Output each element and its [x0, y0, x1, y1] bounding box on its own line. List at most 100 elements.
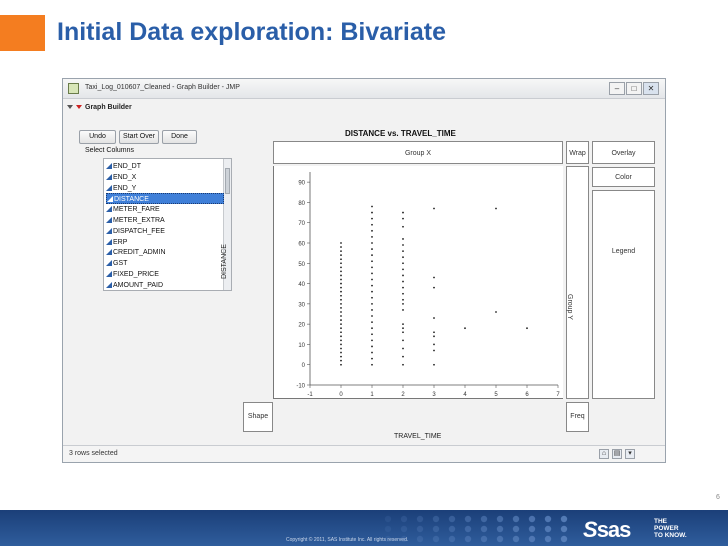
- data-point: [340, 266, 342, 269]
- data-point: [433, 335, 435, 338]
- disclosure-icon[interactable]: [67, 105, 73, 110]
- footer-dot: [480, 535, 488, 543]
- column-item[interactable]: DISTANCE: [106, 193, 224, 205]
- column-item[interactable]: FIXED_PRICE: [106, 269, 224, 280]
- column-item-label: END_DT: [113, 163, 142, 170]
- done-button[interactable]: Done: [162, 130, 197, 144]
- column-list[interactable]: END_DT END_X END_Y DISTANCE METER_FARE METER_…: [103, 158, 232, 291]
- column-item-label: END_X: [113, 173, 137, 181]
- footer-dot: [400, 525, 408, 533]
- layout-icon[interactable]: ▤: [612, 449, 622, 459]
- data-point: [340, 278, 342, 281]
- data-point: [340, 335, 342, 338]
- sas-logo-text: sas: [596, 517, 632, 542]
- slide-title: Initial Data exploration: Bivariate: [57, 18, 446, 46]
- plot-area[interactable]: -10 0 10 20 30 40 50 60 70 80 90 -1 0 1 2 3 4 5 6 7: [273, 166, 563, 399]
- x-axis-title: TRAVEL_TIME: [394, 433, 442, 440]
- close-button[interactable]: ✕: [643, 82, 659, 95]
- color-zone[interactable]: Color: [592, 167, 655, 187]
- data-point: [340, 347, 342, 350]
- continuous-column-icon: [106, 163, 112, 169]
- column-item[interactable]: METER_FARE: [106, 204, 224, 215]
- y-tick-label: 70: [298, 221, 305, 227]
- group-y-zone[interactable]: [566, 166, 589, 399]
- select-columns-panel: Select Columns END_DT END_X END_Y DISTANCE M…: [79, 145, 232, 297]
- footer-dot: [464, 515, 472, 523]
- graph-builder-header-label: Graph Builder: [85, 104, 132, 111]
- data-point: [402, 256, 404, 259]
- overlay-label: Overlay: [611, 150, 636, 157]
- graph-builder-header[interactable]: Graph Builder: [67, 104, 132, 117]
- data-point: [340, 282, 342, 285]
- data-point: [340, 315, 342, 317]
- data-point: [433, 276, 435, 279]
- footer-dot: [512, 525, 520, 533]
- status-bar: 3 rows selected ⌂ ▤ ▾: [63, 445, 665, 462]
- column-item-label: DISTANCE: [114, 196, 149, 204]
- footer-dot: [496, 535, 504, 543]
- data-point: [371, 254, 373, 257]
- footer-dot: [416, 525, 424, 533]
- y-tick-label: 0: [302, 363, 306, 369]
- data-point: [340, 311, 342, 313]
- footer-dot: [528, 535, 536, 543]
- undo-button[interactable]: Undo: [79, 130, 116, 144]
- maximize-button[interactable]: □: [626, 82, 642, 95]
- y-tick-label: 40: [298, 282, 305, 288]
- x-tick-label: 0: [339, 392, 343, 398]
- data-point: [402, 225, 404, 228]
- red-triangle-menu-icon[interactable]: [76, 105, 82, 110]
- data-point: [402, 347, 404, 350]
- legend-zone[interactable]: Legend: [592, 190, 655, 399]
- continuous-column-icon: [106, 260, 112, 267]
- column-item[interactable]: DISPATCH_FEE: [106, 226, 224, 237]
- data-point: [402, 339, 404, 342]
- data-point: [433, 331, 435, 334]
- data-point: [371, 236, 373, 238]
- minimize-button[interactable]: –: [609, 82, 625, 95]
- y-tick-label: 90: [298, 181, 305, 187]
- shape-zone[interactable]: Shape: [243, 402, 273, 432]
- column-item[interactable]: END_DT: [106, 161, 224, 172]
- data-point: [371, 302, 373, 305]
- footer-dot: [528, 515, 536, 523]
- y-tick-label: -10: [296, 384, 305, 390]
- column-item[interactable]: AMOUNT_PAID: [106, 280, 224, 290]
- column-item[interactable]: END_X: [106, 172, 224, 183]
- overlay-zone[interactable]: Overlay: [592, 141, 655, 164]
- wrap-zone[interactable]: Wrap: [566, 141, 589, 164]
- scrollbar-thumb[interactable]: [225, 168, 230, 194]
- data-point: [433, 207, 435, 210]
- data-point: [371, 309, 373, 311]
- window-titlebar[interactable]: Taxi_Log_010607_Cleaned - Graph Builder …: [63, 79, 665, 99]
- continuous-column-icon: [106, 173, 112, 180]
- continuous-column-icon: [106, 184, 112, 191]
- footer-dot: [384, 515, 392, 523]
- start-over-button[interactable]: Start Over: [119, 130, 159, 144]
- wrap-label: Wrap: [569, 150, 586, 157]
- column-item[interactable]: GST: [106, 258, 224, 269]
- data-point: [371, 272, 373, 275]
- home-icon[interactable]: ⌂: [599, 449, 609, 459]
- column-item[interactable]: METER_EXTRA: [106, 215, 224, 226]
- data-point: [402, 268, 404, 271]
- column-item[interactable]: CREDIT_ADMIN: [106, 247, 224, 258]
- footer-dot: [448, 515, 456, 523]
- column-item[interactable]: ERP: [106, 237, 224, 248]
- data-point: [402, 355, 404, 358]
- shape-label: Shape: [247, 413, 269, 420]
- footer-dot: [544, 535, 552, 543]
- dropdown-icon[interactable]: ▾: [625, 449, 635, 459]
- data-point: [340, 286, 342, 289]
- footer-dot: [384, 525, 392, 533]
- freq-zone[interactable]: Freq: [566, 402, 589, 432]
- data-point: [340, 323, 342, 326]
- legend-label: Legend: [611, 248, 636, 255]
- footer-dot: [480, 515, 488, 523]
- data-point: [371, 290, 373, 293]
- footer-dot: [496, 525, 504, 533]
- data-point: [340, 254, 342, 257]
- group-x-zone[interactable]: Group X: [273, 141, 563, 164]
- column-item[interactable]: END_Y: [106, 183, 224, 194]
- data-point: [433, 343, 435, 346]
